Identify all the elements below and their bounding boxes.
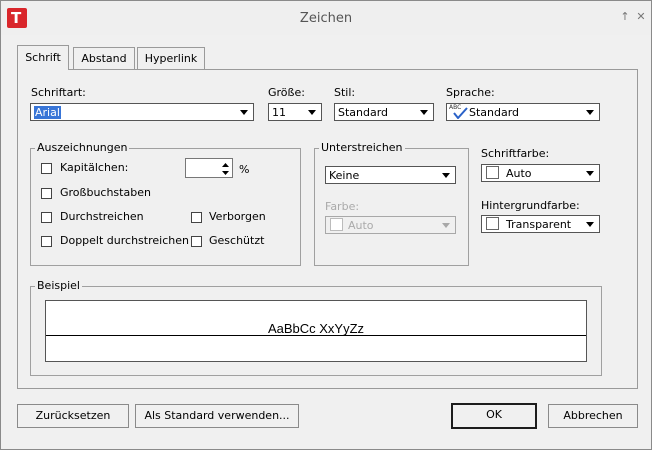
font-color-value: Auto — [506, 167, 532, 180]
hidden-checkbox[interactable] — [191, 212, 202, 223]
uppercase-label: Großbuchstaben — [60, 186, 151, 199]
tab-hyperlink[interactable]: Hyperlink — [137, 47, 205, 69]
background-window-strip — [652, 0, 664, 451]
protected-label: Geschützt — [209, 234, 265, 247]
background-color-combo[interactable]: Transparent — [481, 215, 600, 233]
chevron-down-icon[interactable] — [417, 105, 431, 119]
spin-down-icon[interactable] — [220, 168, 231, 177]
underline-title: Unterstreichen — [319, 141, 405, 154]
background-color-value: Transparent — [506, 218, 572, 231]
size-combo[interactable]: 11 — [268, 103, 322, 121]
language-label: Sprache: — [446, 86, 495, 99]
chevron-down-icon[interactable] — [305, 105, 319, 119]
strikethrough-checkbox[interactable] — [41, 212, 52, 223]
preview-sample: AaBbCc XxYyZz — [267, 321, 365, 336]
uppercase-checkbox[interactable] — [41, 188, 52, 199]
background-color-label: Hintergrundfarbe: — [481, 199, 580, 212]
font-combo[interactable]: Arial — [30, 103, 254, 121]
double-strikethrough-label: Doppelt durchstreichen — [60, 234, 189, 247]
smallcaps-label: Kapitälchen: — [60, 161, 129, 174]
tab-schrift[interactable]: Schrift — [17, 45, 69, 70]
set-default-button[interactable]: Als Standard verwenden... — [135, 404, 299, 428]
tab-panel: Schriftart: Arial Größe: 11 Stil: Standa… — [17, 69, 638, 389]
character-dialog: T Zeichen ↑ ✕ Schrift Abstand Hyperlink … — [0, 0, 652, 450]
underline-combo[interactable]: Keine — [325, 166, 456, 184]
style-label: Stil: — [334, 86, 356, 99]
font-color-combo[interactable]: Auto — [481, 164, 600, 182]
size-value: 11 — [272, 106, 286, 119]
title-bar[interactable]: T Zeichen ↑ ✕ — [1, 1, 651, 35]
percent-label: % — [239, 163, 250, 176]
font-value[interactable]: Arial — [34, 106, 61, 119]
chevron-down-icon[interactable] — [583, 105, 597, 119]
window-title: Zeichen — [299, 11, 353, 26]
tab-abstand[interactable]: Abstand — [73, 47, 135, 69]
underline-color-combo: Auto — [325, 216, 456, 234]
smallcaps-spinbox[interactable] — [185, 158, 233, 178]
cancel-button[interactable]: Abbrechen — [548, 404, 638, 428]
underline-value: Keine — [329, 169, 360, 182]
size-label: Größe: — [268, 86, 305, 99]
chevron-down-icon[interactable] — [583, 217, 597, 231]
color-swatch — [330, 218, 343, 231]
style-combo[interactable]: Standard — [334, 103, 434, 121]
ok-button[interactable]: OK — [451, 403, 537, 429]
style-value: Standard — [338, 106, 389, 119]
chevron-down-icon[interactable] — [583, 166, 597, 180]
spellcheck-icon: ABC — [449, 104, 469, 119]
preview-group: Beispiel AaBbCc XxYyZz — [30, 279, 602, 376]
font-color-label: Schriftfarbe: — [481, 147, 550, 160]
smallcaps-checkbox[interactable] — [41, 163, 52, 174]
strikethrough-label: Durchstreichen — [60, 210, 144, 223]
reset-button[interactable]: Zurücksetzen — [17, 404, 129, 428]
color-swatch — [486, 217, 499, 230]
underline-color-label: Farbe: — [325, 200, 360, 213]
decorations-group: Auszeichnungen Kapitälchen: % Großbuchst… — [30, 141, 301, 266]
decorations-title: Auszeichnungen — [35, 141, 130, 154]
chevron-down-icon — [439, 218, 453, 232]
spin-up-icon[interactable] — [220, 159, 231, 168]
pin-icon[interactable]: ↑ — [619, 11, 631, 23]
hidden-label: Verborgen — [209, 210, 266, 223]
chevron-down-icon[interactable] — [439, 168, 453, 182]
close-icon[interactable]: ✕ — [635, 11, 647, 23]
protected-checkbox[interactable] — [191, 236, 202, 247]
language-combo[interactable]: ABC Standard — [446, 103, 600, 121]
font-label: Schriftart: — [31, 86, 86, 99]
double-strikethrough-checkbox[interactable] — [41, 236, 52, 247]
color-swatch — [486, 166, 499, 179]
chevron-down-icon[interactable] — [237, 105, 251, 119]
underline-group: Unterstreichen Keine Farbe: Auto — [314, 141, 469, 266]
preview-box: AaBbCc XxYyZz — [45, 300, 587, 362]
preview-title: Beispiel — [35, 279, 82, 292]
underline-color-value: Auto — [348, 219, 374, 232]
language-value: Standard — [469, 106, 520, 119]
